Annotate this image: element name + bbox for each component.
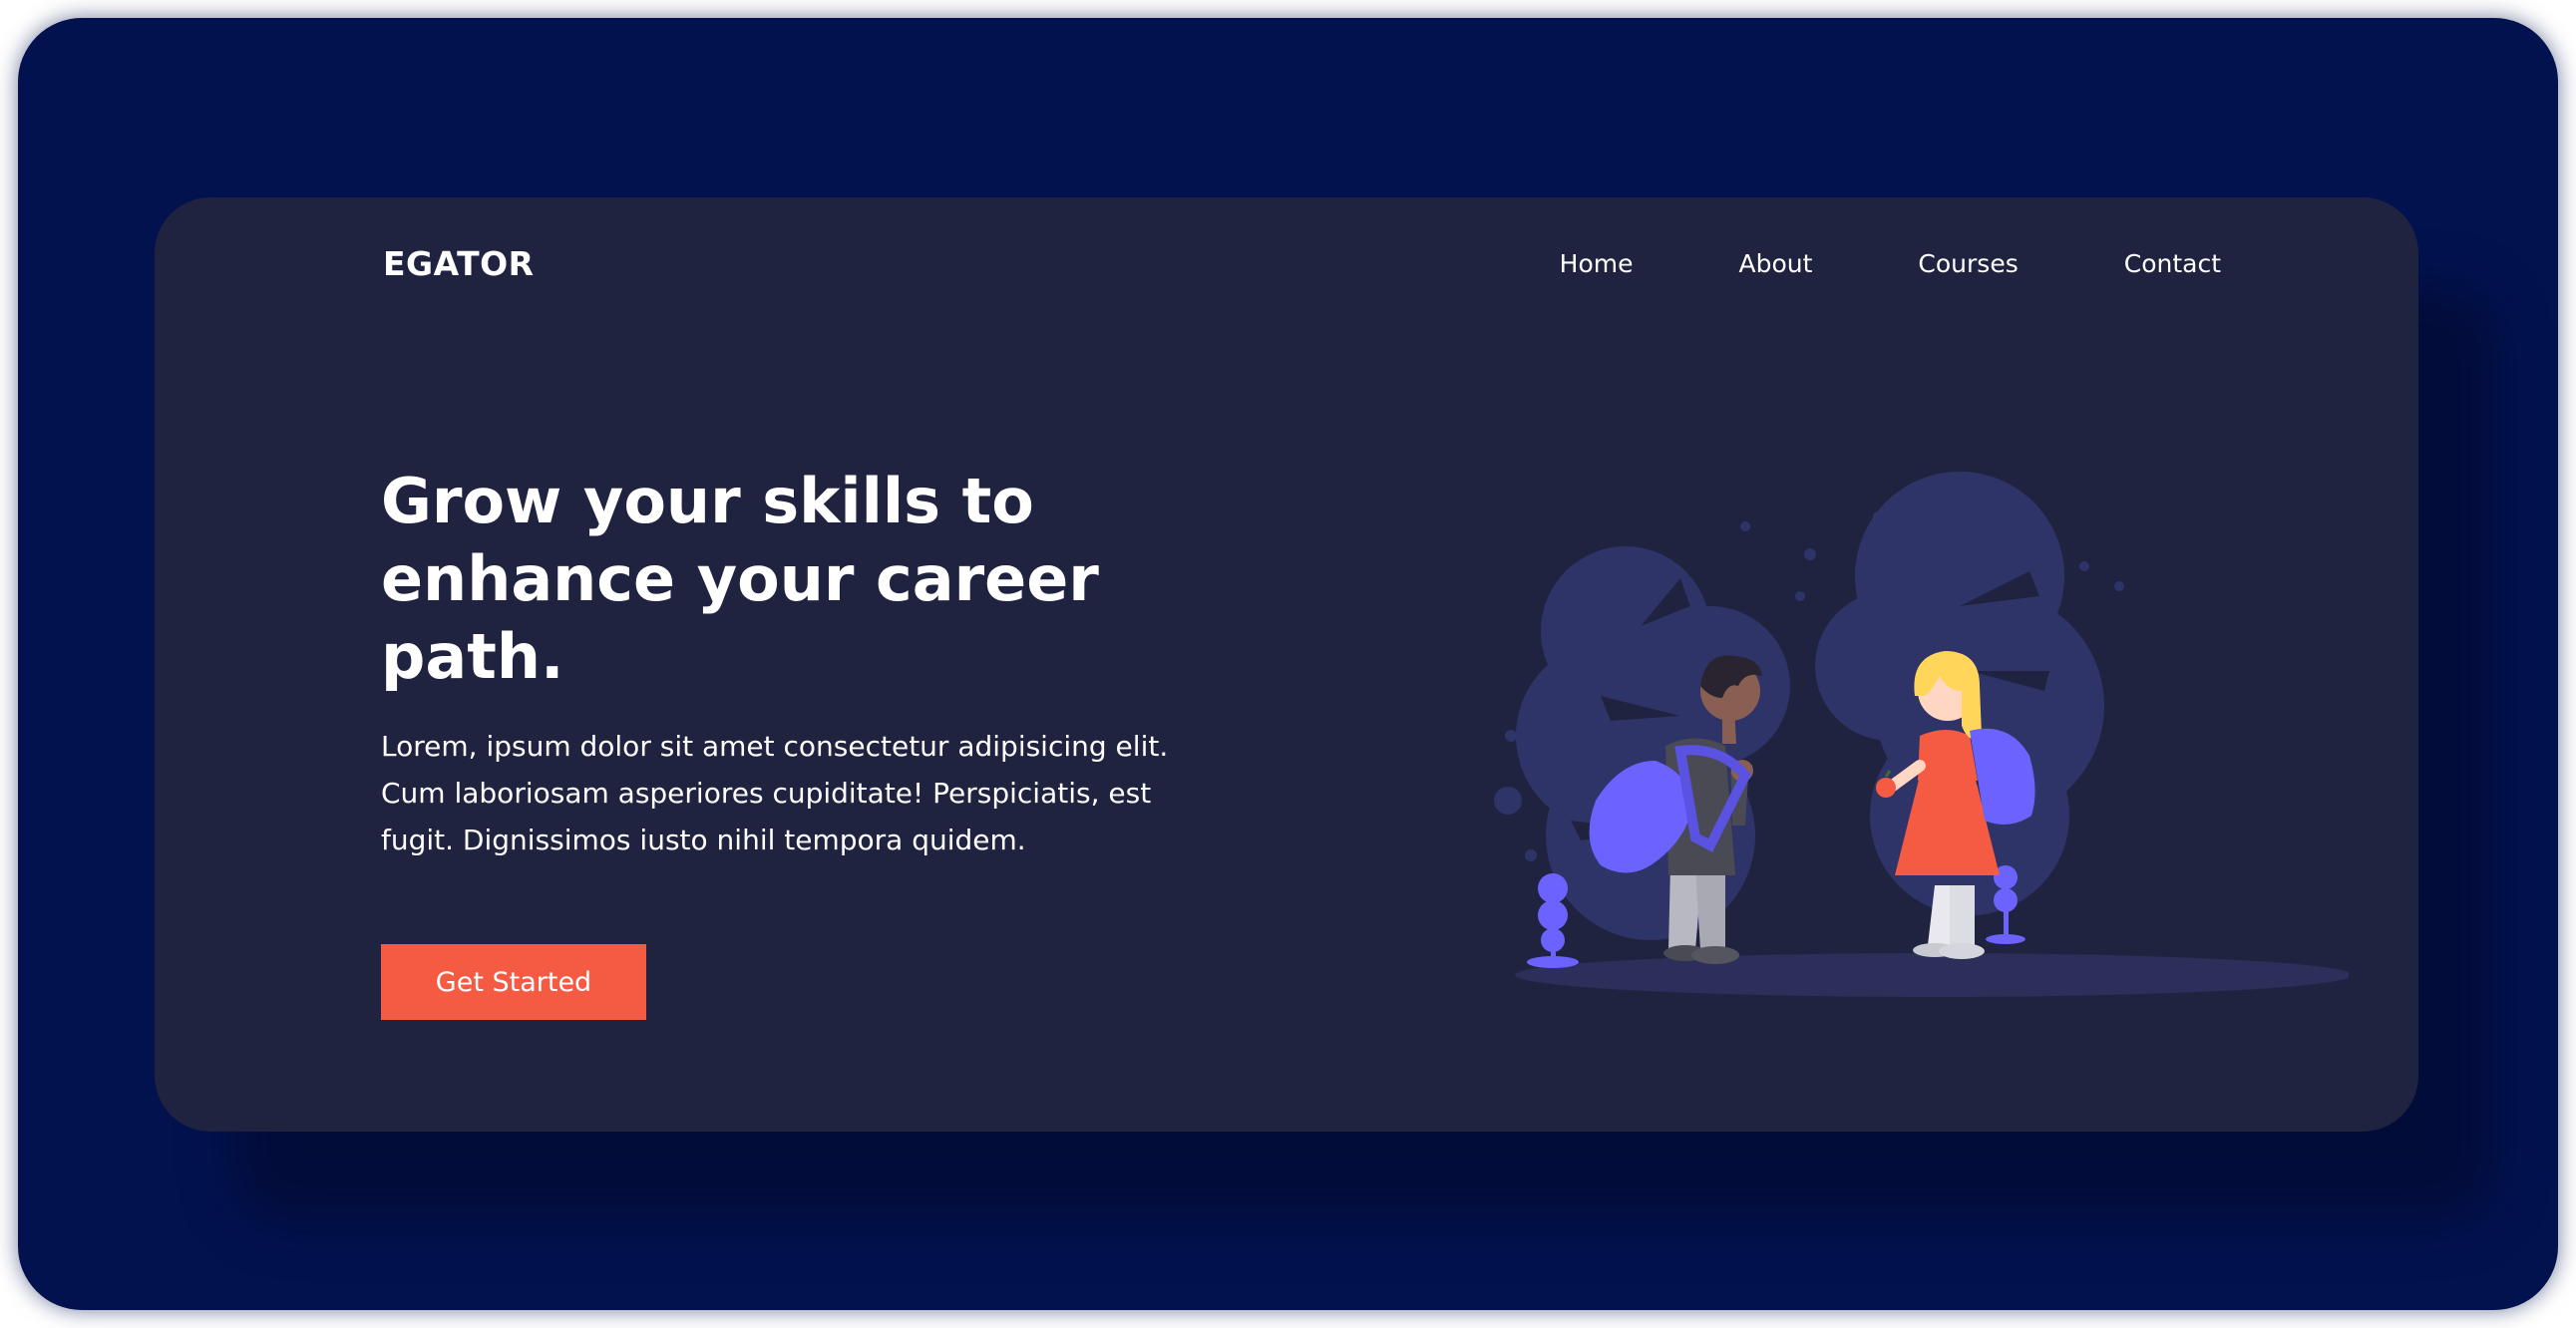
hero-card: EGATOR Home About Courses Contact Grow y… (155, 197, 2418, 1132)
brand-logo[interactable]: EGATOR (383, 244, 535, 283)
hero-headline: Grow your skills to enhance your career … (381, 465, 1099, 693)
nav-about-link[interactable]: About (1739, 249, 1813, 278)
students-illustration-icon (1494, 472, 2349, 997)
nav-home-link[interactable]: Home (1560, 249, 1634, 278)
hero-description: Lorem, ipsum dolor sit amet consectetur … (381, 730, 1169, 856)
main-nav: Home About Courses Contact (1560, 249, 2221, 278)
get-started-button[interactable]: Get Started (381, 944, 646, 1020)
page-background: EGATOR Home About Courses Contact Grow y… (18, 18, 2558, 1310)
nav-courses-link[interactable]: Courses (1918, 249, 2018, 278)
nav-contact-link[interactable]: Contact (2124, 249, 2221, 278)
